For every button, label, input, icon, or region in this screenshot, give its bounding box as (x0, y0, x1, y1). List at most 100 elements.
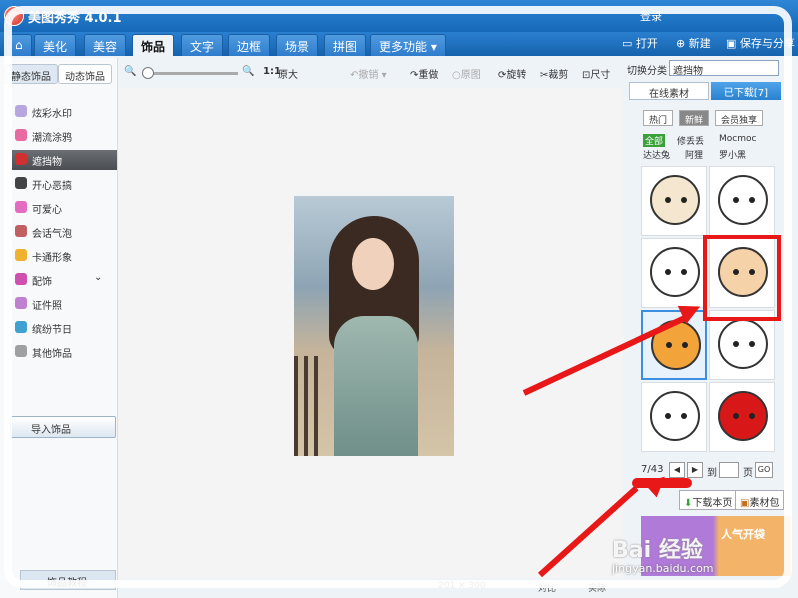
tab-animated-accessories[interactable]: 动态饰品 (58, 64, 112, 84)
category-select[interactable]: 遮挡物 (669, 60, 779, 77)
banner-text: 人气开袋 (721, 528, 765, 541)
sticker-eye (749, 197, 755, 203)
open-label: 打开 (635, 37, 658, 50)
category-label: 炫彩水印 (32, 109, 72, 120)
sticker-cell[interactable] (641, 238, 707, 308)
category-icon (15, 105, 27, 117)
more-functions-label: 更多功能 (379, 40, 428, 54)
author-all[interactable]: 全部 (643, 134, 666, 147)
download-page-button[interactable]: ⬇下载本页 (679, 490, 738, 510)
author-xiudiudiu[interactable]: 修丢丢 (677, 134, 704, 147)
category-icon (15, 201, 27, 213)
author-mocmoc[interactable]: Mocmoc (719, 134, 756, 144)
category-item[interactable]: 可爱心 (12, 198, 117, 218)
app-logo-icon (4, 6, 24, 26)
category-label: 潮流涂鸦 (32, 133, 72, 144)
filter-hot[interactable]: 热门 (643, 110, 674, 126)
open-button[interactable]: ▭ 打开 (622, 35, 658, 55)
category-item[interactable]: 开心恶搞 (12, 174, 117, 194)
redo-label: 重做 (418, 70, 439, 81)
leaf-face-sticker (650, 391, 700, 441)
watermark-url: jingyan.baidu.com (612, 562, 714, 575)
tab-accessories[interactable]: 饰品 (132, 34, 175, 56)
tab-border[interactable]: 边框 (228, 34, 271, 56)
category-icon (15, 177, 27, 189)
go-button[interactable]: GO (755, 462, 773, 478)
category-item[interactable]: 缤纷节日 (12, 318, 117, 338)
sticker-cell[interactable] (709, 166, 775, 236)
category-icon (15, 321, 27, 333)
sticker-cell[interactable] (709, 382, 775, 452)
redo-button[interactable]: ↷重做 (410, 66, 438, 81)
compare-button[interactable]: 对比 (538, 581, 556, 594)
next-page-icon[interactable]: ▶ (687, 462, 703, 478)
category-item[interactable]: 证件照 (12, 294, 117, 314)
save-icon: ▣ (726, 37, 737, 50)
download-page-label: 下载本页 (692, 498, 733, 509)
category-label: 开心恶搞 (32, 181, 72, 192)
category-icon (15, 297, 27, 309)
resize-label: 尺寸 (590, 70, 611, 81)
category-item[interactable]: 配饰 ⌄ (12, 270, 117, 290)
tab-downloaded[interactable]: 已下载[7] (711, 82, 781, 100)
import-accessory-button[interactable]: 导入饰品 (10, 416, 116, 438)
tab-online-material[interactable]: 在线素材 (629, 82, 709, 100)
sticker-eye (682, 342, 688, 348)
zoom-out-icon[interactable]: 🔍 (124, 66, 136, 77)
category-item[interactable]: 其他饰品 (12, 342, 117, 362)
author-dadatu[interactable]: 达达兔 (643, 148, 670, 161)
category-label: 可爱心 (32, 205, 62, 216)
rotate-button[interactable]: ⟳旋转 (498, 66, 526, 81)
right-panel: 切换分类 遮挡物 在线素材 已下载[7] 热门 新鲜 会员独享 全部 修丢丢 M… (623, 58, 798, 598)
accessory-tutorial-button[interactable]: 饰品教程 (20, 570, 116, 590)
photo-dress (334, 316, 418, 456)
category-item[interactable]: 卡通形象 (12, 246, 117, 266)
tab-scene[interactable]: 场景 (276, 34, 319, 56)
category-item[interactable]: 潮流涂鸦 (12, 126, 117, 146)
chevron-down-icon: ▾ (381, 70, 387, 81)
goto-label: 到 (707, 468, 717, 479)
original-image-button[interactable]: ○原图 (452, 66, 481, 81)
material-pack-label: 素材包 (749, 498, 780, 509)
tab-collage[interactable]: 拼图 (324, 34, 367, 56)
title-bar: 美图秀秀 4.0.1 登录 (0, 0, 798, 32)
page-number-input[interactable] (719, 462, 739, 478)
original-image-label: 原图 (460, 70, 481, 81)
annotation-underline (632, 478, 692, 488)
tab-static-accessories[interactable]: 静态饰品 (4, 64, 58, 84)
crop-button[interactable]: ✂裁剪 (540, 66, 568, 81)
save-share-button[interactable]: ▣ 保存与分享 (726, 35, 795, 55)
sticker-eye (666, 342, 672, 348)
filter-new[interactable]: 新鲜 (679, 110, 710, 126)
undo-button[interactable]: ↶撤销 ▾ (350, 66, 387, 81)
sticker-cell[interactable] (641, 166, 707, 236)
original-size-button[interactable]: 原大 (278, 66, 298, 81)
prev-page-icon[interactable]: ◀ (669, 462, 685, 478)
zoom-in-icon[interactable]: 🔍 (242, 66, 254, 77)
login-link[interactable]: 登录 (640, 8, 662, 24)
menu-bar: ⌂ 美化 美容 饰品 文字 边框 场景 拼图 更多功能 ▾ ▭ 打开 ⊕ 新建 … (0, 32, 798, 56)
material-pack-button[interactable]: ▣素材包 (735, 490, 785, 510)
actual-size-button[interactable]: 实际 (588, 581, 606, 594)
page-suffix-label: 页 (743, 468, 753, 479)
zoom-slider[interactable] (142, 72, 238, 75)
kitty-sticker (718, 319, 768, 369)
tab-makeup[interactable]: 美容 (84, 34, 127, 56)
new-button[interactable]: ⊕ 新建 (676, 35, 711, 55)
folder-icon: ▭ (622, 37, 633, 50)
sticker-cell[interactable] (641, 382, 707, 452)
filter-members[interactable]: 会员独享 (715, 110, 764, 126)
photo[interactable] (294, 196, 454, 456)
author-ali[interactable]: 阿狸 (685, 148, 703, 161)
category-item[interactable]: 炫彩水印 (12, 102, 117, 122)
home-tab-icon[interactable]: ⌂ (6, 34, 32, 56)
author-luoxiaohei[interactable]: 罗小黑 (719, 148, 746, 161)
tab-text[interactable]: 文字 (181, 34, 224, 56)
resize-button[interactable]: ⊡尺寸 (582, 66, 610, 81)
category-item[interactable]: 遮挡物 (12, 150, 117, 170)
expand-icon[interactable]: ⌄ (94, 272, 102, 283)
tab-more-functions[interactable]: 更多功能 ▾ (370, 34, 446, 56)
zoom-slider-thumb[interactable] (142, 67, 154, 79)
category-item[interactable]: 会话气泡 (12, 222, 117, 242)
tab-beautify[interactable]: 美化 (34, 34, 77, 56)
